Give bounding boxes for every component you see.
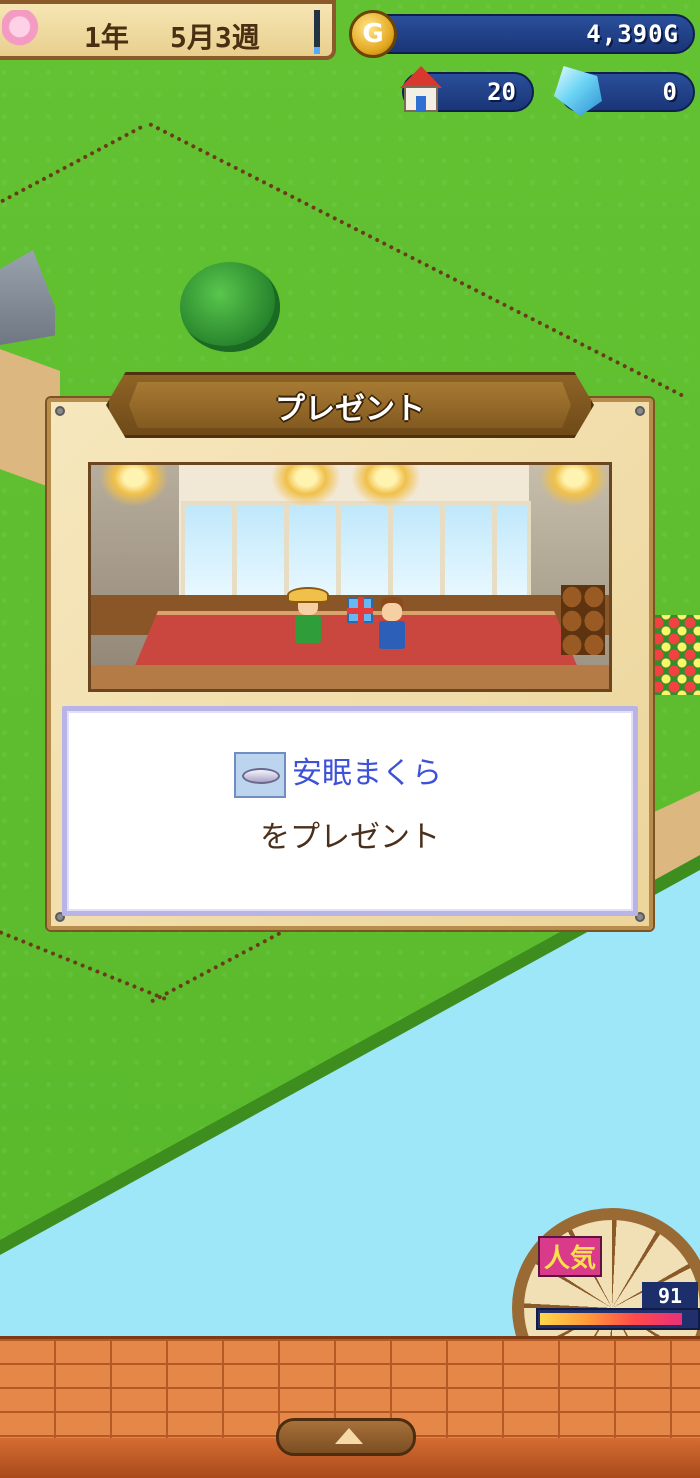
tree	[590, 150, 624, 212]
chandelier	[351, 465, 421, 507]
buildings-counter[interactable]: 20	[400, 66, 534, 112]
scene-floor-front	[91, 665, 609, 689]
tree	[380, 150, 414, 212]
year-label: 1年	[84, 21, 129, 54]
tree	[340, 960, 374, 1022]
crystals-counter[interactable]: 0	[554, 66, 695, 116]
popularity-label: 人気	[538, 1236, 603, 1277]
tree	[630, 120, 664, 182]
tree	[10, 1010, 44, 1072]
tree	[255, 995, 289, 1057]
gold-counter[interactable]: G 4,390G	[349, 10, 695, 58]
date-panel[interactable]: 1年 5月3週	[0, 0, 336, 60]
flower-bed[interactable]	[650, 615, 700, 695]
tree	[300, 310, 334, 372]
tree	[540, 190, 574, 252]
tree	[420, 135, 454, 197]
tree	[300, 950, 334, 1012]
tree	[660, 180, 694, 242]
chevron-up-icon	[335, 1428, 363, 1444]
tree	[380, 935, 414, 997]
present-message: をプレゼント	[260, 820, 440, 855]
popularity-value: 91	[642, 1282, 698, 1310]
tree	[50, 985, 84, 1047]
house-icon	[398, 66, 444, 114]
present-scene-illustration	[88, 462, 612, 692]
week-progress-bar	[314, 10, 320, 54]
popularity-gauge[interactable]: 人気 91	[512, 1208, 700, 1408]
coin-icon: G	[349, 10, 397, 58]
tree	[0, 1160, 34, 1222]
chandelier	[271, 465, 341, 507]
message-box[interactable]	[62, 706, 638, 916]
tree	[500, 140, 534, 202]
dialog-title: プレゼント	[275, 392, 425, 427]
pillow-icon	[234, 752, 286, 798]
gold-value: 4,390G	[586, 20, 679, 48]
week-progress-fill	[314, 47, 320, 54]
tree	[300, 85, 334, 147]
bottom-menu-bar	[0, 1336, 700, 1478]
rivet	[55, 406, 65, 416]
scene-windows	[181, 501, 531, 601]
visitor-character	[375, 593, 409, 649]
tree	[90, 1040, 124, 1102]
popularity-meter	[536, 1308, 700, 1330]
rivet	[635, 406, 645, 416]
chandelier	[539, 465, 609, 507]
barrels	[561, 585, 605, 655]
cherry-blossom-icon	[2, 10, 46, 52]
popularity-meter-fill	[540, 1313, 682, 1325]
large-tree	[180, 262, 280, 352]
gift-box-icon	[347, 597, 373, 623]
open-menu-button[interactable]	[276, 1418, 416, 1456]
chandelier	[99, 465, 169, 507]
straw-hat-character	[287, 587, 329, 643]
item-name: 安眠まくら	[292, 756, 442, 791]
tree	[175, 990, 209, 1052]
tree	[460, 170, 494, 232]
buildings-value: 20	[487, 78, 516, 106]
month-week-label: 5月3週	[170, 21, 260, 54]
crystals-value: 0	[662, 78, 677, 106]
tree	[215, 960, 249, 1022]
tree	[345, 125, 379, 187]
